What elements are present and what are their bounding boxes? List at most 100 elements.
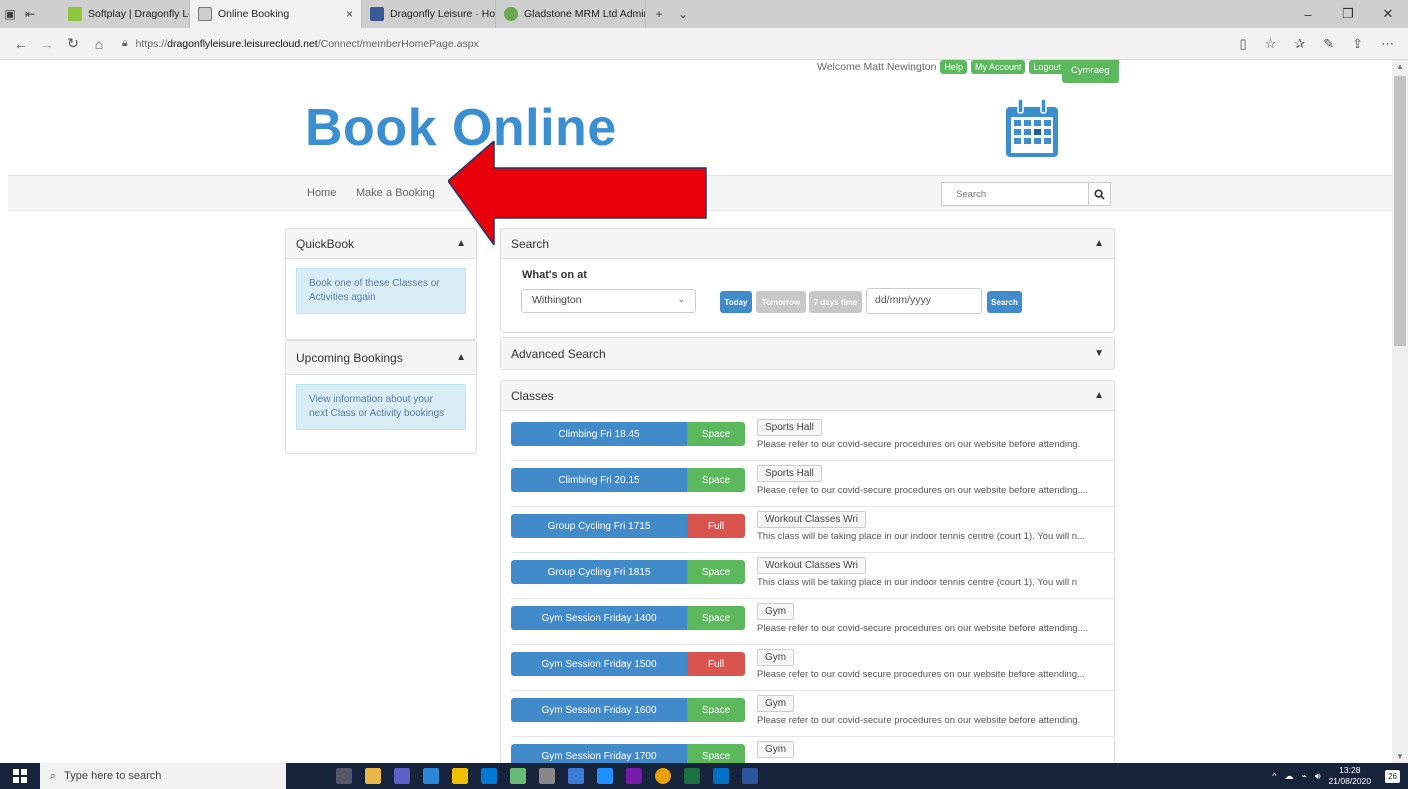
availability-badge[interactable]: Space bbox=[687, 606, 745, 630]
availability-badge[interactable]: Full bbox=[687, 514, 745, 538]
page-scrollbar[interactable]: ▲ ▼ bbox=[1392, 60, 1408, 763]
user-bar: Welcome Matt Newington Help My Account L… bbox=[817, 60, 1066, 74]
search-submit-button[interactable]: Search bbox=[987, 291, 1022, 313]
search-icon[interactable] bbox=[1088, 183, 1110, 205]
help-button[interactable]: Help bbox=[940, 60, 967, 74]
class-book-button[interactable]: Group Cycling Fri 1815 bbox=[511, 560, 687, 584]
language-button[interactable]: Cymraeg bbox=[1062, 60, 1119, 83]
chrome-icon[interactable] bbox=[655, 768, 671, 784]
tab-dragonfly-home[interactable]: Dragonfly Leisure · Home bbox=[362, 0, 496, 28]
availability-badge[interactable]: Space bbox=[687, 744, 745, 763]
tray-chevron-icon[interactable]: ^ bbox=[1272, 771, 1276, 781]
site-search-input[interactable] bbox=[942, 183, 1088, 205]
upcoming-bookings-header[interactable]: Upcoming Bookings ▲ bbox=[286, 341, 476, 375]
scrollbar-thumb[interactable] bbox=[1394, 76, 1406, 346]
taskbar-search[interactable]: ⌕ Type here to search bbox=[40, 763, 286, 789]
date-input[interactable]: dd/mm/yyyy bbox=[866, 288, 982, 314]
availability-badge[interactable]: Full bbox=[687, 652, 745, 676]
file-explorer-icon[interactable] bbox=[365, 768, 381, 784]
tab-softplay[interactable]: Softplay | Dragonfly Leisure bbox=[60, 0, 190, 28]
tab-gladstone[interactable]: Gladstone MRM Ltd Admini bbox=[496, 0, 646, 28]
system-tray: ^ ☁ ⌁ 🔊︎ 13:28 21/08/2020 26 bbox=[1272, 765, 1408, 787]
availability-badge[interactable]: Space bbox=[687, 560, 745, 584]
class-book-button[interactable]: Gym Session Friday 1500 bbox=[511, 652, 687, 676]
clock[interactable]: 13:28 21/08/2020 bbox=[1329, 765, 1372, 787]
tab-actions-icon[interactable]: ▣ bbox=[0, 0, 20, 28]
onedrive-icon[interactable]: ☁ bbox=[1284, 771, 1293, 782]
onenote-icon[interactable] bbox=[626, 768, 642, 784]
photos-icon[interactable] bbox=[423, 768, 439, 784]
availability-badge[interactable]: Space bbox=[687, 422, 745, 446]
class-book-button[interactable]: Gym Session Friday 1400 bbox=[511, 606, 687, 630]
today-button[interactable]: Today bbox=[720, 291, 752, 313]
back-arrow-icon[interactable]: ← bbox=[8, 36, 34, 52]
network-icon[interactable]: ⌁ bbox=[1301, 771, 1306, 782]
tab-close-icon[interactable]: × bbox=[346, 7, 353, 21]
home-icon[interactable]: ⌂ bbox=[86, 36, 112, 52]
classes-header[interactable]: Classes ▲ bbox=[501, 381, 1114, 411]
tab-set-aside-icon[interactable]: ⇤ bbox=[20, 0, 40, 28]
search-icon: ⌕ bbox=[50, 769, 57, 782]
advanced-search-header[interactable]: Advanced Search ▼ bbox=[501, 338, 1114, 369]
availability-badge[interactable]: Space bbox=[687, 468, 745, 492]
scroll-down-icon[interactable]: ▼ bbox=[1392, 752, 1408, 761]
volume-icon[interactable]: 🔊︎ bbox=[1315, 771, 1321, 782]
nav-home-link[interactable]: Home bbox=[307, 187, 336, 199]
tab-list-chevron-icon[interactable]: ⌄ bbox=[672, 0, 694, 28]
class-book-button[interactable]: Climbing Fri 18.45 bbox=[511, 422, 687, 446]
azure-icon[interactable] bbox=[481, 768, 497, 784]
welcome-text: Welcome Matt Newington bbox=[817, 61, 937, 73]
advanced-search-panel: Advanced Search ▼ bbox=[500, 337, 1115, 370]
location-select[interactable]: Withington ⌄ bbox=[521, 289, 696, 313]
site-search bbox=[941, 182, 1111, 206]
pen-icon[interactable]: ✎ bbox=[1323, 36, 1334, 52]
windows-start-icon[interactable] bbox=[0, 769, 40, 783]
tomorrow-button[interactable]: Tomorrow bbox=[756, 291, 806, 313]
location-value: Withington bbox=[532, 294, 582, 306]
maximize-icon[interactable]: ❐ bbox=[1328, 0, 1368, 28]
reading-view-icon[interactable]: ▯ bbox=[1239, 36, 1246, 52]
teams-icon[interactable] bbox=[394, 768, 410, 784]
excel-icon[interactable] bbox=[684, 768, 700, 784]
favorites-hub-icon[interactable]: ✰ bbox=[1294, 36, 1305, 52]
upcoming-bookings-panel: Upcoming Bookings ▲ View information abo… bbox=[285, 340, 477, 454]
close-window-icon[interactable]: ✕ bbox=[1368, 0, 1408, 28]
availability-badge[interactable]: Space bbox=[687, 698, 745, 722]
app-icon[interactable] bbox=[510, 768, 526, 784]
chevron-down-icon[interactable]: ▼ bbox=[1094, 348, 1104, 359]
class-book-button[interactable]: Climbing Fri 20.15 bbox=[511, 468, 687, 492]
class-description: This class will be taking place in our i… bbox=[757, 531, 1085, 542]
notification-center-icon[interactable]: 26 bbox=[1385, 769, 1400, 783]
url-domain: dragonflyleisure.leisurecloud.net bbox=[167, 37, 318, 50]
favorite-star-icon[interactable]: ☆ bbox=[1265, 36, 1277, 52]
share-icon[interactable]: ⇪ bbox=[1352, 36, 1363, 52]
scroll-up-icon[interactable]: ▲ bbox=[1392, 62, 1408, 71]
sticky-notes-icon[interactable] bbox=[452, 768, 468, 784]
chevron-up-icon[interactable]: ▲ bbox=[1094, 238, 1104, 249]
chevron-up-icon[interactable]: ▲ bbox=[456, 352, 466, 363]
url-field[interactable]: 🔒︎ https://dragonflyleisure.leisurecloud… bbox=[122, 37, 479, 50]
edge-icon[interactable] bbox=[597, 768, 613, 784]
facebook-icon bbox=[370, 7, 384, 21]
word-icon[interactable] bbox=[742, 768, 758, 784]
new-tab-icon[interactable]: + bbox=[646, 0, 672, 28]
class-book-button[interactable]: Gym Session Friday 1700 bbox=[511, 744, 687, 763]
outlook-icon[interactable] bbox=[713, 768, 729, 784]
more-menu-icon[interactable]: ⋯ bbox=[1381, 36, 1394, 52]
minimize-icon[interactable]: – bbox=[1288, 0, 1328, 28]
people-icon[interactable] bbox=[568, 768, 584, 784]
forward-arrow-icon[interactable]: → bbox=[34, 36, 60, 52]
logout-button[interactable]: Logout bbox=[1029, 60, 1066, 74]
settings-icon[interactable] bbox=[539, 768, 555, 784]
row-divider bbox=[511, 598, 1116, 599]
row-divider bbox=[511, 552, 1116, 553]
chevron-up-icon[interactable]: ▲ bbox=[1094, 390, 1104, 401]
refresh-icon[interactable]: ↻ bbox=[60, 35, 86, 52]
my-account-button[interactable]: My Account bbox=[970, 60, 1026, 74]
task-view-icon[interactable] bbox=[336, 768, 352, 784]
class-book-button[interactable]: Gym Session Friday 1600 bbox=[511, 698, 687, 722]
nav-make-booking-link[interactable]: Make a Booking bbox=[356, 187, 435, 199]
tab-online-booking[interactable]: Online Booking × bbox=[190, 0, 362, 28]
class-book-button[interactable]: Group Cycling Fri 1715 bbox=[511, 514, 687, 538]
seven-days-button[interactable]: 7 days time bbox=[809, 291, 862, 313]
